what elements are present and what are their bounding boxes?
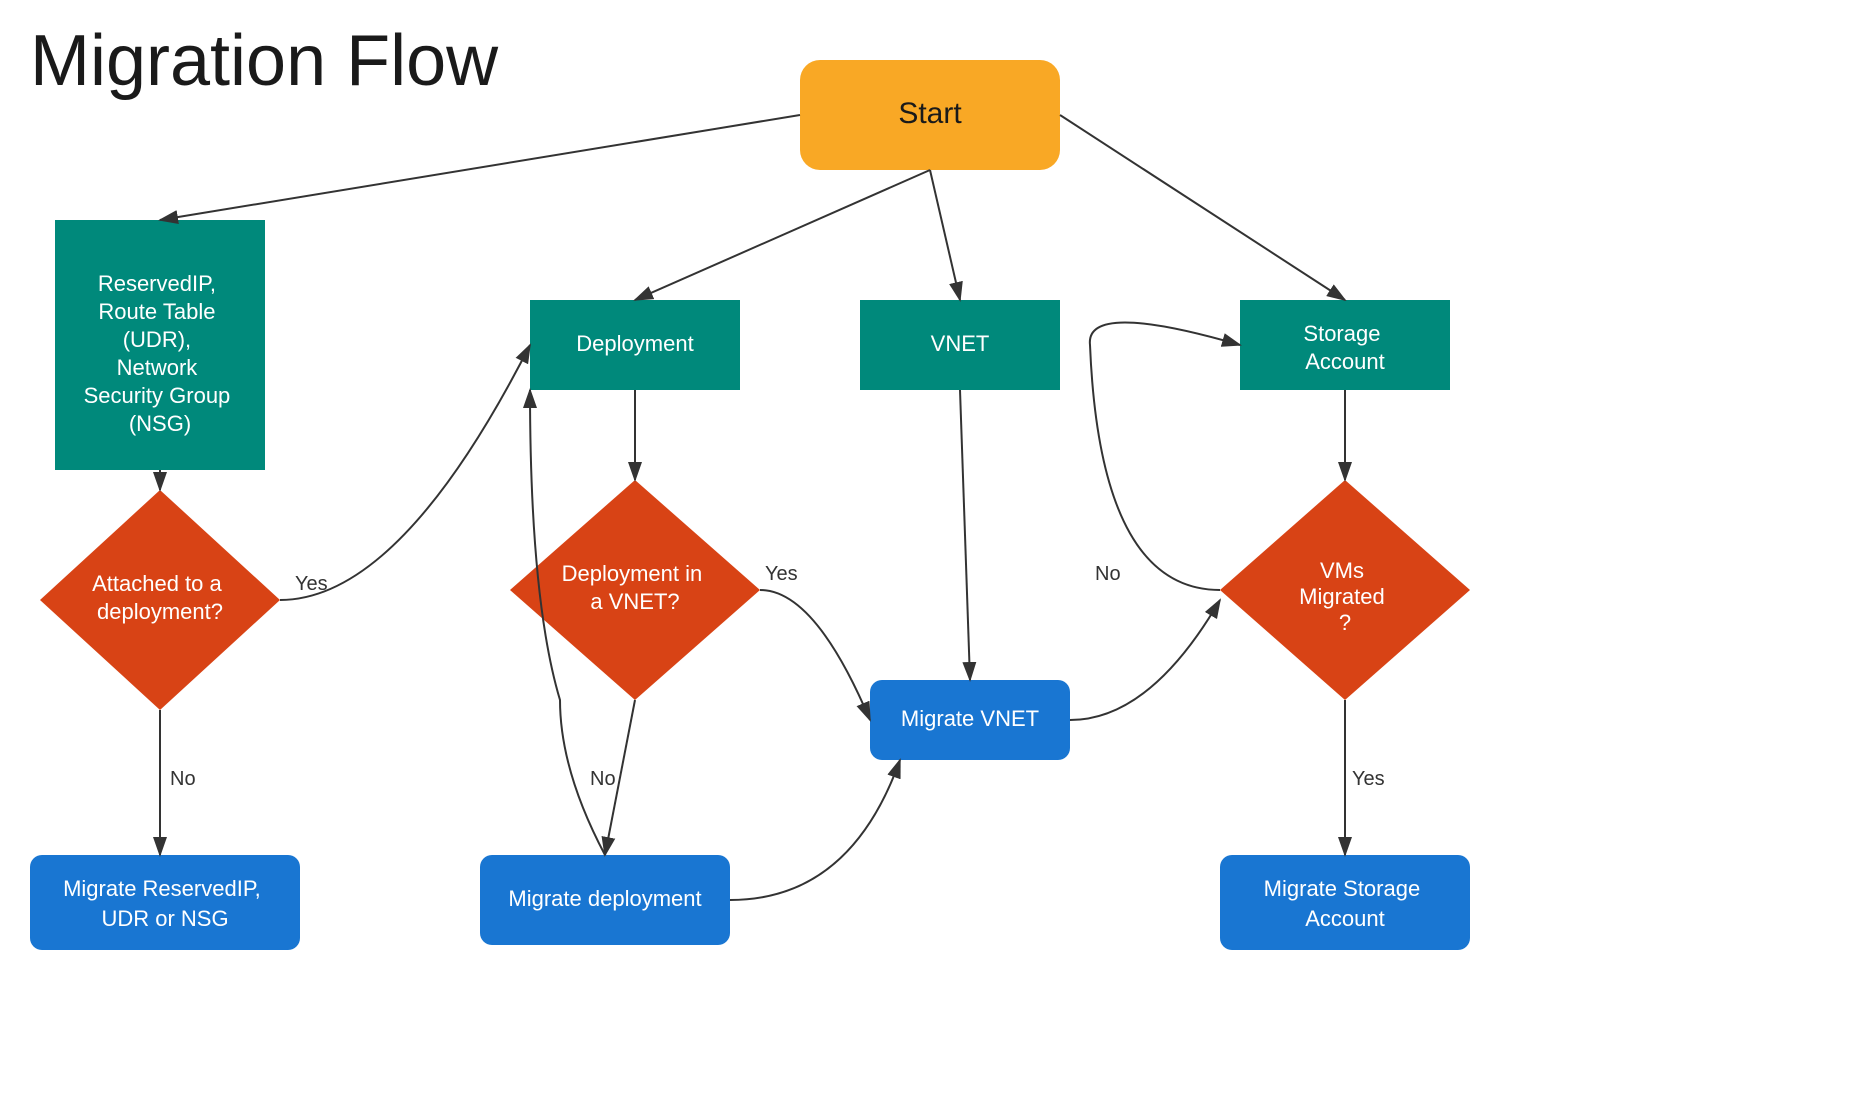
deployment-vnet-diamond: Deployment in a VNET? [510,480,760,700]
reservedip-node: ReservedIP, Route Table (UDR), Network S… [55,220,265,470]
start-label: Start [898,97,962,130]
migrate-deployment-node: Migrate deployment [480,855,730,945]
label-no-attached: No [170,768,196,790]
label-yes-vms: Yes [1352,768,1385,790]
migrate-storage-node: Migrate Storage Account [1220,855,1470,950]
migrate-reservedip-node: Migrate ReservedIP, UDR or NSG [30,855,300,950]
edge-migratevnet-vmsdiamond [1070,600,1220,720]
edge-attached-yes-deployment [280,345,530,600]
edge-start-deployment [635,170,930,300]
flowchart: Start ReservedIP, Route Table (UDR), Net… [0,0,1866,1102]
label-no-deployment: No [590,768,616,790]
edge-start-storage [1060,115,1345,300]
vnet-node: VNET [860,300,1060,390]
label-yes-attached: Yes [295,573,328,595]
deployment-node: Deployment [530,300,740,390]
storage-account-node: Storage Account [1240,300,1450,390]
edge-vnet-migratevnet [960,390,970,680]
edge-deploymentvnet-yes-migratevnet [760,590,870,720]
label-yes-deployment: Yes [765,563,798,585]
migrate-vnet-label: Migrate VNET [901,706,1039,731]
edge-start-vnet [930,170,960,300]
migrate-vnet-node: Migrate VNET [870,680,1070,760]
vnet-label: VNET [931,331,990,356]
attached-diamond: Attached to a deployment? [40,490,280,710]
edge-start-reservedip [160,115,800,220]
edge-vmsmigrated-no-storage [1090,323,1240,591]
migrate-deployment-label: Migrate deployment [508,886,701,911]
vms-migrated-diamond: VMs Migrated ? [1220,480,1470,700]
start-node: Start [800,60,1060,170]
deployment-label: Deployment [576,331,693,356]
label-no-vms: No [1095,563,1121,585]
edge-migratedeployment-migratvnet [730,760,900,900]
